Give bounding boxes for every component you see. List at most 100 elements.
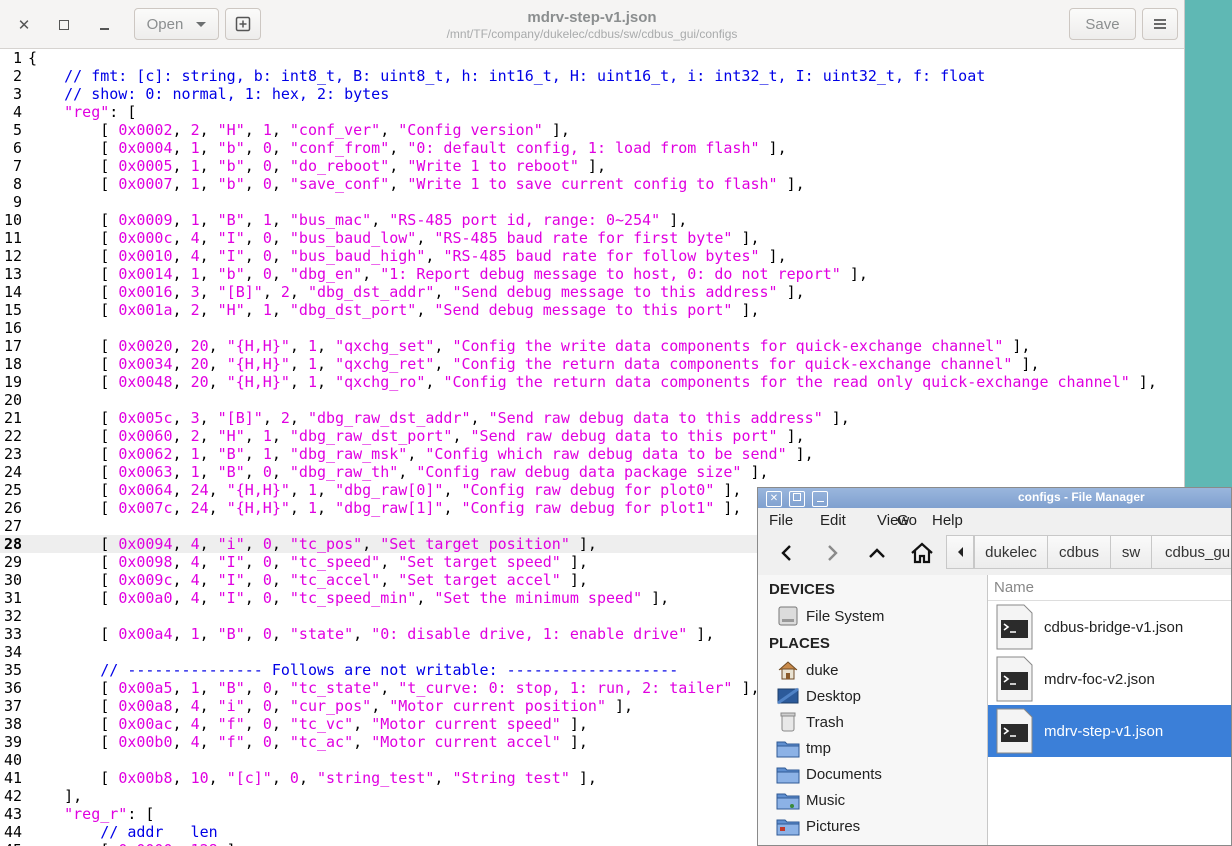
code-token: [ (28, 301, 119, 319)
code-token: , (199, 733, 218, 751)
code-line[interactable]: 2 // fmt: [c]: string, b: int8_t, B: uin… (0, 67, 1184, 85)
code-token: , (271, 715, 290, 733)
code-line[interactable]: 16 (0, 319, 1184, 337)
code-token: , (199, 571, 218, 589)
code-token: , (172, 625, 191, 643)
file-manager-titlebar[interactable]: ✕ configs - File Manager (758, 488, 1231, 508)
breadcrumb-scroll-left-button[interactable] (946, 535, 974, 569)
code-line[interactable]: 1{ (0, 49, 1184, 67)
code-token-string: "dbg_raw_th" (289, 463, 399, 481)
fm-close-button[interactable]: ✕ (766, 491, 782, 507)
code-token: , (271, 697, 290, 715)
menu-file[interactable]: File (769, 512, 793, 529)
code-line[interactable]: 17 [ 0x0020, 20, "{H,H}", 1, "qxchg_set"… (0, 337, 1184, 355)
code-token-string: 1 (190, 139, 200, 157)
code-token-string: "dbg_raw[0]" (335, 481, 444, 499)
back-button[interactable] (773, 539, 801, 567)
fm-maximize-button[interactable] (789, 491, 805, 507)
code-line[interactable]: 6 [ 0x0004, 1, "b", 0, "conf_from", "0: … (0, 139, 1184, 157)
code-token: [ (28, 733, 119, 751)
file-item[interactable]: cdbus-bridge-v1.json (988, 601, 1231, 653)
code-token: , (244, 571, 263, 589)
code-token-string: "dbg_raw_dst_addr" (307, 409, 471, 427)
code-token-string: "1: Report debug message to host, 0: do … (380, 265, 841, 283)
code-token: , (199, 553, 218, 571)
code-line[interactable]: 8 [ 0x0007, 1, "b", 0, "save_conf", "Wri… (0, 175, 1184, 193)
maximize-window-button[interactable] (47, 8, 81, 42)
breadcrumb-sw[interactable]: sw (1110, 535, 1152, 569)
code-line[interactable]: 9 (0, 193, 1184, 211)
sidebar-item-pictures[interactable]: Pictures (776, 815, 860, 837)
code-token: , (208, 499, 227, 517)
code-token: , (434, 355, 453, 373)
code-token: [ (28, 697, 119, 715)
menu-go[interactable]: Go (897, 512, 917, 529)
minimize-window-button[interactable] (87, 8, 121, 42)
code-line[interactable]: 20 (0, 391, 1184, 409)
code-line[interactable]: 12 [ 0x0010, 4, "I", 0, "bus_baud_high",… (0, 247, 1184, 265)
breadcrumb-cdbus-gui[interactable]: cdbus_gui (1151, 535, 1231, 569)
code-token: [ (28, 139, 119, 157)
code-token: ], (777, 175, 805, 193)
save-button[interactable]: Save (1069, 8, 1136, 40)
code-line[interactable]: 22 [ 0x0060, 2, "H", 1, "dbg_raw_dst_por… (0, 427, 1184, 445)
code-token: , (289, 283, 308, 301)
code-line[interactable]: 19 [ 0x0048, 20, "{H,H}", 1, "qxchg_ro",… (0, 373, 1184, 391)
code-line[interactable]: 23 [ 0x0062, 1, "B", 1, "dbg_raw_msk", "… (0, 445, 1184, 463)
code-line[interactable]: 18 [ 0x0034, 20, "{H,H}", 1, "qxchg_ret"… (0, 355, 1184, 373)
fm-minimize-button[interactable] (812, 491, 828, 507)
code-line[interactable]: 5 [ 0x0002, 2, "H", 1, "conf_ver", "Conf… (0, 121, 1184, 139)
code-line[interactable]: 7 [ 0x0005, 1, "b", 0, "do_reboot", "Wri… (0, 157, 1184, 175)
code-token: , (172, 175, 191, 193)
parent-folder-button[interactable] (863, 539, 891, 567)
code-token: , (199, 265, 218, 283)
sidebar-item-partial[interactable] (776, 841, 806, 845)
sidebar-item-music[interactable]: Music (776, 789, 845, 811)
name-column-header[interactable]: Name (988, 575, 1231, 601)
code-token-string: 1 (262, 445, 272, 463)
close-window-button[interactable]: ✕ (7, 8, 41, 42)
home-button[interactable] (908, 539, 936, 567)
new-document-button[interactable] (225, 8, 261, 40)
folder-icon (776, 764, 800, 784)
breadcrumb-cdbus[interactable]: cdbus (1047, 535, 1111, 569)
sidebar-item-desktop[interactable]: Desktop (776, 685, 861, 707)
open-button[interactable]: Open (134, 8, 219, 40)
menu-edit[interactable]: Edit (820, 512, 846, 529)
code-token: ], (660, 211, 688, 229)
code-token-string: 2 (190, 301, 200, 319)
breadcrumb-dukelec[interactable]: dukelec (974, 535, 1048, 569)
code-line[interactable]: 15 [ 0x001a, 2, "H", 1, "dbg_dst_port", … (0, 301, 1184, 319)
hamburger-menu-button[interactable] (1142, 8, 1178, 40)
file-item[interactable]: mdrv-foc-v2.json (988, 653, 1231, 705)
sidebar-item-documents[interactable]: Documents (776, 763, 882, 785)
code-token-string: 2 (280, 409, 290, 427)
code-token-string: 0x0048 (118, 373, 173, 391)
code-token: , (271, 121, 290, 139)
close-icon: ✕ (769, 493, 779, 504)
code-token-string: "H" (217, 427, 245, 445)
code-token-string: 10 (190, 769, 209, 787)
file-item-selected[interactable]: mdrv-step-v1.json (988, 705, 1231, 757)
code-line[interactable]: 24 [ 0x0063, 1, "B", 0, "dbg_raw_th", "C… (0, 463, 1184, 481)
code-line[interactable]: 11 [ 0x000c, 4, "I", 0, "bus_baud_low", … (0, 229, 1184, 247)
new-document-icon (235, 16, 251, 32)
code-token: , (271, 571, 290, 589)
code-line[interactable]: 4 "reg": [ (0, 103, 1184, 121)
breadcrumb-label: cdbus (1058, 543, 1100, 561)
code-token: [ (28, 247, 119, 265)
code-line[interactable]: 10 [ 0x0009, 1, "B", 1, "bus_mac", "RS-4… (0, 211, 1184, 229)
forward-button[interactable] (818, 539, 846, 567)
code-line[interactable]: 3 // show: 0: normal, 1: hex, 2: bytes (0, 85, 1184, 103)
menu-help[interactable]: Help (932, 512, 963, 529)
sidebar-item-duke[interactable]: duke (776, 659, 839, 681)
sidebar-item-trash[interactable]: Trash (776, 711, 844, 733)
code-line[interactable]: 13 [ 0x0014, 1, "b", 0, "dbg_en", "1: Re… (0, 265, 1184, 283)
sidebar-item-file-system[interactable]: File System (776, 605, 884, 627)
code-token: ], (759, 139, 787, 157)
code-line[interactable]: 21 [ 0x005c, 3, "[B]", 2, "dbg_raw_dst_a… (0, 409, 1184, 427)
sidebar-item-tmp[interactable]: tmp (776, 737, 831, 759)
code-line[interactable]: 14 [ 0x0016, 3, "[B]", 2, "dbg_dst_addr"… (0, 283, 1184, 301)
code-token: , (199, 445, 218, 463)
